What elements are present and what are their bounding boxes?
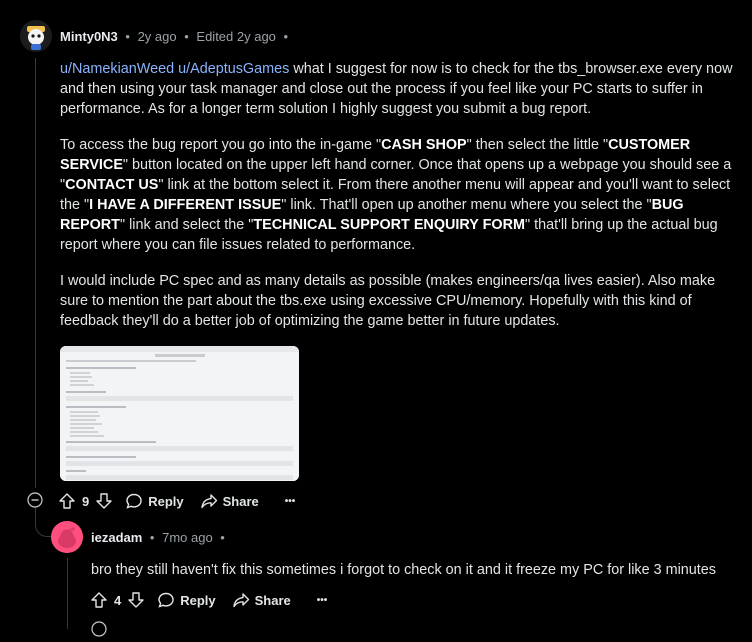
downvote-button[interactable] xyxy=(127,591,145,609)
vote-count: 9 xyxy=(82,493,90,509)
share-label: Share xyxy=(254,592,291,608)
user-mention-link[interactable]: u/NamekianWeed xyxy=(60,61,174,77)
downvote-icon xyxy=(96,493,112,509)
collapse-icon xyxy=(27,492,43,508)
comment-text: " then select the little " xyxy=(466,137,609,153)
comment-body: u/NamekianWeed u/AdeptusGames what I sug… xyxy=(60,59,744,331)
form-screenshot-image xyxy=(60,346,299,481)
thread-line[interactable] xyxy=(67,558,68,629)
separator-dot: • xyxy=(216,530,225,545)
reply-label: Reply xyxy=(148,493,184,509)
comment-time[interactable]: 2y ago xyxy=(138,29,177,44)
more-options-button[interactable]: ••• xyxy=(285,496,296,507)
downvote-icon xyxy=(128,592,144,608)
upvote-icon xyxy=(59,493,75,509)
upvote-button[interactable] xyxy=(58,492,76,510)
separator-dot: • xyxy=(121,29,134,44)
comment-paragraph: I would include PC spec and as many deta… xyxy=(60,273,716,329)
bold-text: CONTACT US xyxy=(65,177,159,193)
vote-count: 4 xyxy=(114,592,122,608)
downvote-button[interactable] xyxy=(95,492,113,510)
comment-header: Minty0N3 • 2y ago • Edited 2y ago • xyxy=(60,29,288,44)
collapse-thread-button[interactable] xyxy=(27,492,43,508)
user-avatar-icon xyxy=(20,20,52,52)
separator-dot: • xyxy=(146,530,159,545)
avatar[interactable] xyxy=(51,521,83,553)
separator-dot: • xyxy=(279,29,289,44)
user-mention-link[interactable]: u/AdeptusGames xyxy=(178,61,289,77)
collapse-icon xyxy=(91,621,107,637)
default-avatar-icon xyxy=(51,521,83,553)
comment-action-bar: 4 Reply Share ••• xyxy=(90,591,327,609)
bold-text: I HAVE A DIFFERENT ISSUE xyxy=(89,197,282,213)
thread-connector xyxy=(35,508,52,537)
upvote-icon xyxy=(91,592,107,608)
reply-button[interactable]: Reply xyxy=(157,591,216,609)
comment-action-bar: 9 Reply Share ••• xyxy=(58,492,295,510)
comment-time[interactable]: 7mo ago xyxy=(162,530,213,545)
upvote-button[interactable] xyxy=(90,591,108,609)
avatar[interactable] xyxy=(20,20,52,52)
share-icon xyxy=(232,593,249,608)
collapse-thread-button[interactable] xyxy=(91,621,107,637)
comment-bubble-icon xyxy=(158,592,174,608)
edited-label: Edited 2y ago xyxy=(196,29,276,44)
bold-text: CASH SHOP xyxy=(381,137,467,153)
comment-text: To access the bug report you go into the… xyxy=(60,137,382,153)
share-button[interactable]: Share xyxy=(200,492,259,510)
comment-body: bro they still haven't fix this sometime… xyxy=(91,562,717,578)
share-label: Share xyxy=(222,493,259,509)
comment-bubble-icon xyxy=(126,493,142,509)
comment-paragraph: To access the bug report you go into the… xyxy=(60,135,744,255)
share-icon xyxy=(200,494,217,509)
bold-text: TECHNICAL SUPPORT ENQUIRY FORM xyxy=(253,217,525,233)
reply-button[interactable]: Reply xyxy=(125,492,184,510)
share-button[interactable]: Share xyxy=(232,591,291,609)
comment-author[interactable]: Minty0N3 xyxy=(60,29,118,44)
more-options-button[interactable]: ••• xyxy=(317,595,328,606)
thread-line[interactable] xyxy=(35,58,36,488)
comment-text: " link and select the " xyxy=(119,217,254,233)
reply-label: Reply xyxy=(180,592,216,608)
comment-author[interactable]: iezadam xyxy=(91,530,142,545)
separator-dot: • xyxy=(180,29,193,44)
comment-paragraph: u/NamekianWeed u/AdeptusGames what I sug… xyxy=(60,59,744,119)
comment-text: " link. That'll open up another menu whe… xyxy=(281,197,652,213)
comment-header: iezadam • 7mo ago • xyxy=(91,530,225,545)
embedded-image[interactable] xyxy=(60,346,299,481)
